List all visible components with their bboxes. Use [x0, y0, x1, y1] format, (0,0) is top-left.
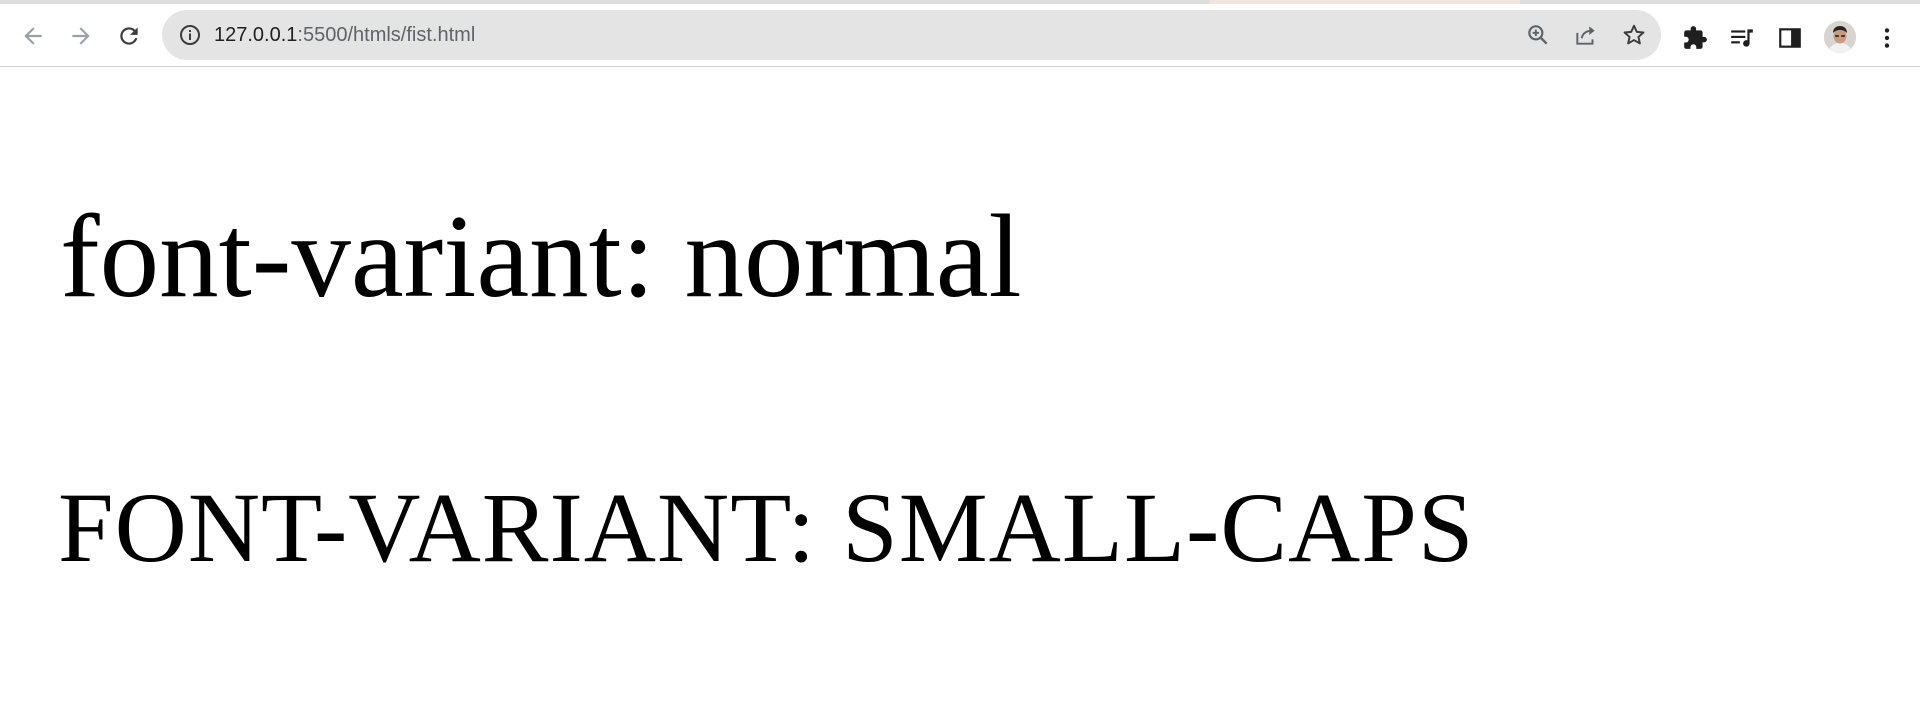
star-icon[interactable]: [1621, 22, 1647, 48]
forward-button[interactable]: [61, 16, 101, 56]
browser-toolbar: 127.0.0.1:5500/htmls/fist.html: [0, 4, 1920, 67]
share-icon[interactable]: [1573, 22, 1599, 48]
page-content: font-variant: normal font-variant: small…: [0, 67, 1920, 726]
reload-button[interactable]: [109, 16, 149, 56]
url-text[interactable]: 127.0.0.1:5500/htmls/fist.html: [214, 23, 475, 47]
arrow-right-icon: [72, 27, 90, 45]
arrow-left-icon: [24, 27, 42, 45]
puzzle-icon[interactable]: [1682, 25, 1708, 51]
font-variant-normal-text: font-variant: normal: [60, 190, 1022, 322]
font-variant-small-caps-text: font-variant: small-caps: [58, 472, 1475, 583]
url-path: :5500/htmls/fist.html: [297, 24, 476, 46]
kebab-menu-icon[interactable]: [1874, 25, 1900, 51]
info-icon[interactable]: [178, 23, 202, 47]
media-queue-icon[interactable]: [1729, 25, 1755, 51]
reload-icon: [120, 27, 138, 45]
profile-photo: [1824, 21, 1856, 53]
avatar[interactable]: [1824, 21, 1856, 53]
back-button[interactable]: [13, 16, 53, 56]
side-panel-icon[interactable]: [1777, 25, 1803, 51]
address-bar[interactable]: 127.0.0.1:5500/htmls/fist.html: [162, 10, 1661, 60]
url-host: 127.0.0.1: [214, 24, 298, 46]
zoom-in-icon[interactable]: [1525, 22, 1551, 48]
